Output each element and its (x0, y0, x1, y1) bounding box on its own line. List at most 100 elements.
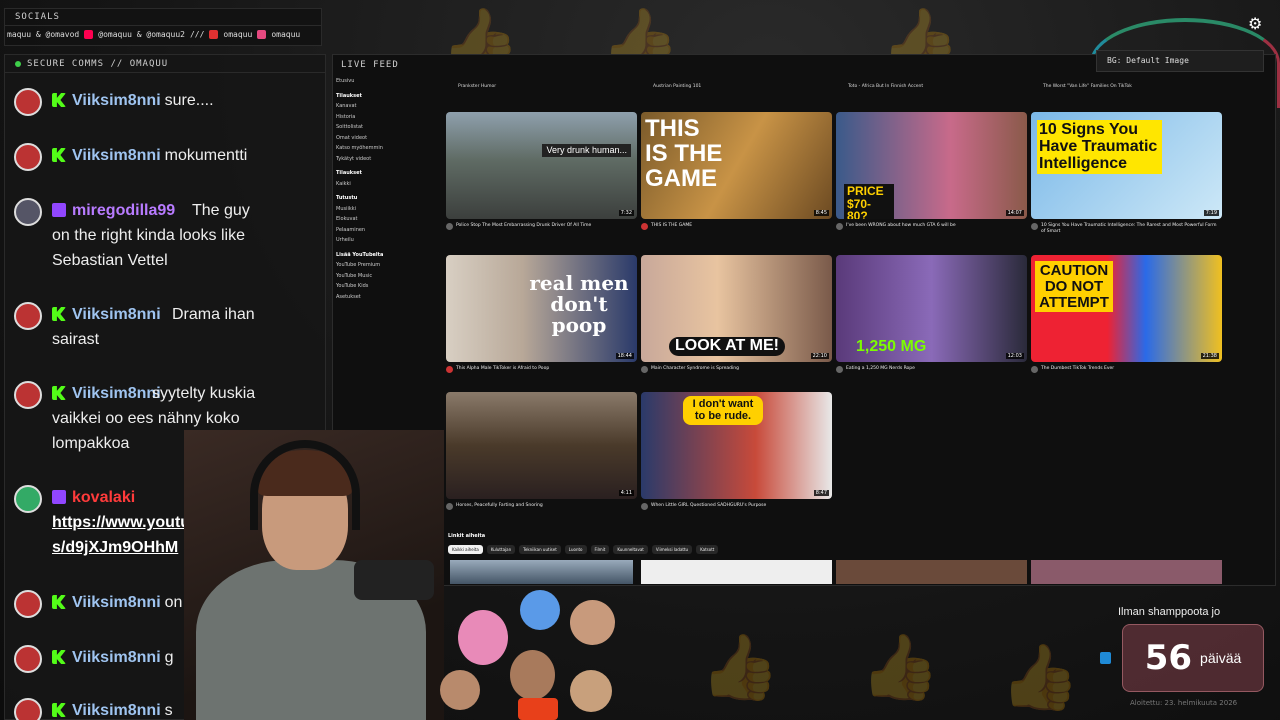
video-duration: 8:45 (813, 210, 829, 216)
video-card[interactable]: 1,250 MG 12:03 Eating a 1,250 MG Nerds R… (836, 255, 1027, 373)
chat-username[interactable]: Viiksim8nni (72, 92, 161, 109)
video-title[interactable]: Toto - Africa But In Finnish Accent (848, 84, 1028, 89)
channel-avatar[interactable] (446, 223, 453, 230)
video-thumbnail[interactable]: I don't want to be rude. 8:47 (641, 392, 832, 499)
video-thumbnail[interactable]: CAUTION DO NOT ATTEMPT 21:38 (1031, 255, 1222, 362)
chat-username[interactable]: Viiksim8nni (72, 702, 161, 719)
sidebar-item[interactable]: Urheilu (336, 237, 418, 248)
video-thumbnail[interactable] (450, 560, 633, 584)
channel-avatar[interactable] (641, 503, 648, 510)
video-card[interactable]: 10 Signs You Have Traumatic Intelligence… (1031, 112, 1222, 235)
thumbnail-caption: LOOK AT ME! (669, 337, 785, 356)
social-item[interactable]: omaquu (271, 30, 300, 39)
chat-message: Viiksim8nni sure.... (14, 88, 314, 116)
chat-username[interactable]: Viiksim8nni (72, 385, 161, 402)
video-thumbnail[interactable]: 10 Signs You Have Traumatic Intelligence… (1031, 112, 1222, 219)
channel-avatar[interactable] (836, 366, 843, 373)
social-item[interactable]: maquu & @omavod (7, 30, 79, 39)
chat-text: s (164, 702, 173, 719)
sidebar-item[interactable]: Kanavat (336, 103, 418, 114)
chip[interactable]: Kuunneltavat (613, 545, 648, 554)
sidebar-item[interactable]: Tykätyt videot (336, 156, 418, 167)
sidebar-item[interactable]: Musiikki (336, 206, 418, 217)
chat-header: SECURE COMMS // OMAQUU (5, 55, 325, 73)
chat-title: SECURE COMMS // OMAQUU (27, 58, 169, 69)
channel-avatar[interactable] (1031, 366, 1038, 373)
sidebar-item[interactable]: Etusivu (336, 78, 418, 89)
channel-avatar[interactable] (641, 223, 648, 230)
sidebar-item[interactable]: YouTube Music (336, 273, 418, 284)
channel-avatar[interactable] (836, 223, 843, 230)
kick-icon (52, 703, 66, 717)
channel-avatar[interactable] (641, 366, 648, 373)
chat-message: miregodilla99 The guy on the right kinda… (14, 198, 314, 273)
video-thumbnail[interactable]: PRICE $70-80? 14:07 (836, 112, 1027, 219)
video-title[interactable]: The Worst "Van Life" Families On TikTok (1043, 84, 1223, 89)
video-thumbnail[interactable] (641, 560, 832, 584)
video-title[interactable]: 10 Signs You Have Traumatic Intelligence… (1041, 223, 1222, 235)
sidebar-item[interactable]: Katso myöhemmin (336, 145, 418, 156)
video-thumbnail[interactable] (836, 560, 1027, 584)
video-title[interactable]: Austrian Painting 101 (653, 84, 833, 89)
sidebar-item[interactable]: Kaikki (336, 181, 418, 192)
chat-username[interactable]: Viiksim8nni (72, 649, 161, 666)
chip[interactable]: Filmit (590, 545, 610, 554)
sidebar-item[interactable]: Omat videot (336, 135, 418, 146)
chip[interactable]: Kaikki aiheita (448, 545, 483, 554)
video-title[interactable]: Main Character Syndrome is Spreading (651, 366, 739, 373)
video-thumbnail[interactable]: 4:11 (446, 392, 637, 499)
video-title[interactable]: This Alpha Male TikToker is Afraid to Po… (456, 366, 549, 373)
chat-username[interactable]: Viiksim8nni (72, 594, 161, 611)
video-card[interactable]: 4:11 Horses, Peacefully Farting and Snor… (446, 392, 637, 510)
video-card[interactable]: THIS IS THE GAME 8:45 THIS IS THE GAME (641, 112, 832, 230)
sidebar-item[interactable]: Pelaaminen (336, 227, 418, 238)
video-card[interactable]: PRICE $70-80? 14:07 I've been WRONG abou… (836, 112, 1027, 230)
video-thumbnail[interactable]: 1,250 MG 12:03 (836, 255, 1027, 362)
video-title[interactable]: When Little GIRL Questioned SADHGURU's P… (651, 503, 766, 510)
gear-icon[interactable]: ⚙ (1248, 14, 1262, 33)
chat-username[interactable]: miregodilla99 (72, 202, 175, 219)
kick-icon (52, 650, 66, 664)
chip[interactable]: Luonto (564, 545, 587, 554)
video-title[interactable]: The Dumbest TikTok Trends Ever (1041, 366, 1114, 373)
video-card[interactable]: Very drunk human... 7:32 Police Stop The… (446, 112, 637, 230)
sidebar-item[interactable]: YouTube Kids (336, 283, 418, 294)
video-title[interactable]: Horses, Peacefully Farting and Snoring (456, 503, 543, 510)
chat-username[interactable]: Viiksim8nni (72, 306, 161, 323)
sidebar-item[interactable]: YouTube Premium (336, 262, 418, 273)
channel-avatar[interactable] (446, 503, 453, 510)
video-card[interactable]: I don't want to be rude. 8:47 When Littl… (641, 392, 832, 510)
channel-avatar[interactable] (1031, 223, 1038, 230)
chat-username[interactable]: Viiksim8nni (72, 147, 161, 164)
video-thumbnail[interactable] (1031, 560, 1222, 584)
video-title[interactable]: Prankster Humor (458, 84, 638, 89)
video-card[interactable]: LOOK AT ME! 22:10 Main Character Syndrom… (641, 255, 832, 373)
social-item[interactable]: omaquu (223, 30, 252, 39)
avatar (14, 302, 42, 330)
video-title[interactable]: THIS IS THE GAME (651, 223, 692, 230)
video-card[interactable]: CAUTION DO NOT ATTEMPT 21:38 The Dumbest… (1031, 255, 1222, 373)
video-thumbnail[interactable]: Very drunk human... 7:32 (446, 112, 637, 219)
avatar (14, 88, 42, 116)
video-thumbnail[interactable]: THIS IS THE GAME 8:45 (641, 112, 832, 219)
video-title[interactable]: Eating a 1,250 MG Nerds Rope (846, 366, 915, 373)
video-title[interactable]: Police Stop The Most Embarrassing Drunk … (456, 223, 591, 230)
chat-username[interactable]: kovalaki (72, 489, 135, 506)
video-thumbnail[interactable]: real men don't poop 18:44 (446, 255, 637, 362)
sidebar-item[interactable]: Asetukset (336, 294, 418, 305)
emote (570, 600, 615, 645)
chip[interactable]: Tekniikan uutiset (519, 545, 561, 554)
video-thumbnail[interactable]: LOOK AT ME! 22:10 (641, 255, 832, 362)
kick-icon (52, 595, 66, 609)
sidebar-item[interactable]: Historia (336, 114, 418, 125)
video-card[interactable]: real men don't poop 18:44 This Alpha Mal… (446, 255, 637, 373)
social-item[interactable]: @omaquu & @omaquu2 (98, 30, 185, 39)
sidebar-item[interactable]: Soittolistat (336, 124, 418, 135)
video-title[interactable]: I've been WRONG about how much GTA 6 wil… (846, 223, 956, 230)
chip[interactable]: Kuluttajan (486, 545, 516, 554)
sidebar-item[interactable]: Elokuvat (336, 216, 418, 227)
chip[interactable]: Katsott (696, 545, 719, 554)
stream-overlay: 👍 👍 👍 👍 👍 👍 SOCIALS maquu & @omavod @oma… (0, 0, 1280, 720)
channel-avatar[interactable] (446, 366, 453, 373)
chip[interactable]: Viimeksi ladattu (651, 545, 693, 554)
